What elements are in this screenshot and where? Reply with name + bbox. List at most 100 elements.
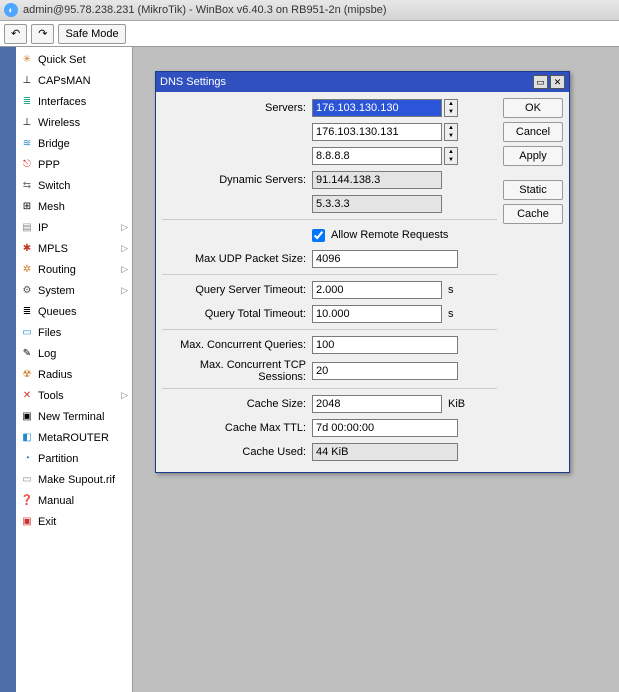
- apply-button[interactable]: Apply: [503, 146, 563, 166]
- menu-icon: ≣: [20, 305, 34, 319]
- sidebar-item-new-terminal[interactable]: ▣ New Terminal: [16, 406, 132, 427]
- sidebar-item-tools[interactable]: ✕Tools▷: [16, 385, 132, 406]
- undo-button[interactable]: ↶: [4, 24, 27, 44]
- left-stripe: [0, 47, 16, 692]
- menu-icon: ◧: [20, 431, 34, 445]
- dynamic-servers-label: Dynamic Servers:: [162, 174, 312, 186]
- sidebar-item-mesh[interactable]: ⊞Mesh: [16, 196, 132, 217]
- sidebar-item-exit[interactable]: ▣Exit: [16, 511, 132, 532]
- app-icon: ◐: [4, 3, 18, 17]
- kib-unit: KiB: [448, 398, 465, 410]
- server3-input[interactable]: [312, 147, 442, 165]
- sidebar-item-manual[interactable]: ❓Manual: [16, 490, 132, 511]
- max-conc-queries-input[interactable]: [312, 336, 458, 354]
- menu-icon: ▣: [20, 410, 34, 424]
- ok-button[interactable]: OK: [503, 98, 563, 118]
- sidebar-item-label: MetaROUTER: [38, 432, 109, 444]
- menu-icon: ⊥: [20, 74, 34, 88]
- sidebar-item-switch[interactable]: ⇆Switch: [16, 175, 132, 196]
- sidebar-item-label: Bridge: [38, 138, 70, 150]
- sidebar-item-files[interactable]: ▭Files: [16, 322, 132, 343]
- seconds-unit: s: [448, 284, 454, 296]
- sidebar-item-label: Exit: [38, 516, 56, 528]
- sidebar-item-capsman[interactable]: ⊥CAPsMAN: [16, 70, 132, 91]
- menu-icon: ☢: [20, 368, 34, 382]
- max-conc-tcp-input[interactable]: [312, 362, 458, 380]
- server2-spinner[interactable]: ▲▼: [444, 123, 458, 141]
- menu-icon: ≣: [20, 95, 34, 109]
- max-udp-input[interactable]: [312, 250, 458, 268]
- minimize-icon[interactable]: ▭: [533, 75, 548, 89]
- query-total-timeout-input[interactable]: [312, 305, 442, 323]
- sidebar-item-ppp[interactable]: ⎋PPP: [16, 154, 132, 175]
- max-conc-queries-label: Max. Concurrent Queries:: [162, 339, 312, 351]
- submenu-arrow-icon: ▷: [121, 222, 128, 233]
- sidebar-item-wireless[interactable]: ⊥ Wireless: [16, 112, 132, 133]
- sidebar-item-label: Interfaces: [38, 96, 86, 108]
- submenu-arrow-icon: ▷: [121, 285, 128, 296]
- sidebar-item-system[interactable]: ⚙System▷: [16, 280, 132, 301]
- sidebar-item-metarouter[interactable]: ◧ MetaROUTER: [16, 427, 132, 448]
- safe-mode-button[interactable]: Safe Mode: [58, 24, 125, 44]
- sidebar-item-radius[interactable]: ☢ Radius: [16, 364, 132, 385]
- redo-button[interactable]: ↷: [31, 24, 54, 44]
- cancel-button[interactable]: Cancel: [503, 122, 563, 142]
- menu-icon: ✲: [20, 263, 34, 277]
- menu-icon: ◔: [20, 452, 34, 466]
- sidebar-item-quick-set[interactable]: ✳Quick Set: [16, 49, 132, 70]
- menu-icon: ▭: [20, 473, 34, 487]
- servers-label: Servers:: [162, 102, 312, 114]
- sidebar-item-label: System: [38, 285, 75, 297]
- work-canvas: DNS Settings ▭ ✕ Servers: ▲▼: [133, 47, 619, 692]
- sidebar-item-label: PPP: [38, 159, 60, 171]
- seconds-unit: s: [448, 308, 454, 320]
- sidebar-item-mpls[interactable]: ✱MPLS▷: [16, 238, 132, 259]
- allow-remote-checkbox[interactable]: [312, 229, 325, 242]
- sidebar-item-make-supout-rif[interactable]: ▭Make Supout.rif: [16, 469, 132, 490]
- menu-icon: ⊥: [20, 116, 34, 130]
- sidebar-item-label: Radius: [38, 369, 72, 381]
- static-button[interactable]: Static: [503, 180, 563, 200]
- close-icon[interactable]: ✕: [550, 75, 565, 89]
- sidebar-item-label: IP: [38, 222, 48, 234]
- sidebar-item-bridge[interactable]: ≋Bridge: [16, 133, 132, 154]
- menu-icon: ✕: [20, 389, 34, 403]
- cache-used-label: Cache Used:: [162, 446, 312, 458]
- cache-max-ttl-input[interactable]: [312, 419, 458, 437]
- sidebar-item-queues[interactable]: ≣ Queues: [16, 301, 132, 322]
- sidebar-item-label: Log: [38, 348, 56, 360]
- sidebar-item-log[interactable]: ✎Log: [16, 343, 132, 364]
- menu-icon: ⊞: [20, 200, 34, 214]
- toolbar: ↶ ↷ Safe Mode: [0, 21, 619, 47]
- form-column: Servers: ▲▼ ▲▼: [162, 98, 497, 466]
- query-server-timeout-input[interactable]: [312, 281, 442, 299]
- sidebar-item-routing[interactable]: ✲Routing▷: [16, 259, 132, 280]
- sidebar-item-label: New Terminal: [38, 411, 104, 423]
- allow-remote-label: Allow Remote Requests: [331, 229, 448, 241]
- sidebar-item-label: Queues: [38, 306, 77, 318]
- window-titlebar: ◐ admin@95.78.238.231 (MikroTik) - WinBo…: [0, 0, 619, 21]
- cache-size-input[interactable]: [312, 395, 442, 413]
- sidebar-item-partition[interactable]: ◔ Partition: [16, 448, 132, 469]
- sidebar-item-label: Wireless: [38, 117, 80, 129]
- sidebar-item-ip[interactable]: ▤IP▷: [16, 217, 132, 238]
- server1-spinner[interactable]: ▲▼: [444, 99, 458, 117]
- dyn-server2-input: [312, 195, 442, 213]
- button-column: OK Cancel Apply Static Cache: [503, 98, 563, 466]
- cache-button[interactable]: Cache: [503, 204, 563, 224]
- cache-used-value: [312, 443, 458, 461]
- sidebar-item-label: Switch: [38, 180, 70, 192]
- query-total-timeout-label: Query Total Timeout:: [162, 308, 312, 320]
- sidebar-item-label: Tools: [38, 390, 64, 402]
- menu-icon: ✱: [20, 242, 34, 256]
- query-server-timeout-label: Query Server Timeout:: [162, 284, 312, 296]
- cache-max-ttl-label: Cache Max TTL:: [162, 422, 312, 434]
- dns-settings-dialog: DNS Settings ▭ ✕ Servers: ▲▼: [155, 71, 570, 473]
- sidebar-item-interfaces[interactable]: ≣ Interfaces: [16, 91, 132, 112]
- server3-spinner[interactable]: ▲▼: [444, 147, 458, 165]
- dialog-titlebar[interactable]: DNS Settings ▭ ✕: [156, 72, 569, 92]
- server1-input[interactable]: [312, 99, 442, 117]
- sidebar-item-label: Files: [38, 327, 61, 339]
- sidebar-item-label: Partition: [38, 453, 78, 465]
- server2-input[interactable]: [312, 123, 442, 141]
